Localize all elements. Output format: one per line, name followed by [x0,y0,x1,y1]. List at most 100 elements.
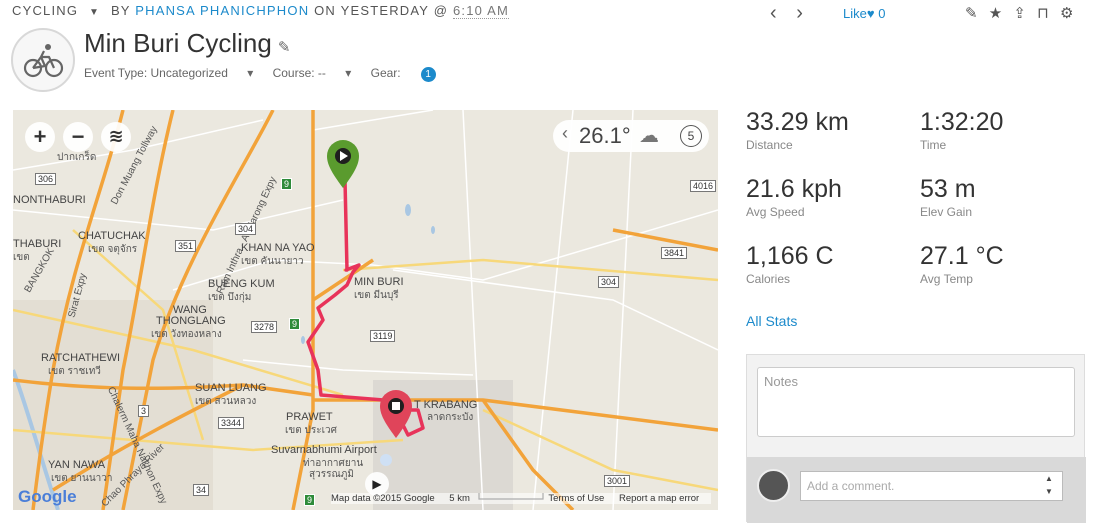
route-shield: 3344 [218,417,245,429]
zoom-in-button[interactable]: + [25,122,55,152]
weather-temperature: 26.1° [579,123,631,148]
map-label: เขต สวนหลวง [195,396,257,407]
bicycle-icon [23,44,64,78]
map-label: CHATUCHAK [78,230,146,242]
comment-scrollbar[interactable]: ▲ ▼ [1045,472,1053,498]
highway-shield: 9 [289,318,301,330]
activity-nav: ‹ › [770,2,817,25]
like-count: 0 [878,6,886,21]
on-label: ON YESTERDAY @ [314,3,449,18]
activity-title: Min Buri Cycling ✎ [84,28,290,59]
activity-type-icon [11,28,75,92]
avg-temp-label: Avg Temp [920,272,973,286]
activity-map[interactable]: + − ≋ ‹ 26.1° ☁ 5 MIN BURI เขต มีนบุรี K… [13,110,718,510]
report-error-link[interactable]: Report a map error [619,493,699,504]
gear-label: Gear: [370,66,401,80]
scroll-up-icon[interactable]: ▲ [1045,472,1053,485]
avg-speed-value: 21.6 kph [746,175,842,203]
route-shield: 304 [235,223,257,235]
edit-title-icon[interactable]: ✎ [278,39,291,56]
map-label: เขต ประเวศ [285,425,337,436]
privacy-lock-icon[interactable]: ⊓ [1037,5,1049,22]
map-scale-label: 5 km [449,493,470,504]
map-label: KHAN NA YAO [241,242,315,254]
map-label: SUAN LUANG [195,382,267,394]
route-shield: 34 [193,484,210,496]
course-label: Course: -- [272,66,326,80]
like-label: Like [843,6,867,21]
map-label: Suvarnabhumi Airport [271,444,377,456]
edit-icon[interactable]: ✎ [965,5,978,22]
cloud-icon: ☁ [639,125,659,147]
map-label: เขต ยานนาวา [51,473,113,484]
like-button[interactable]: Like♥ 0 [843,6,885,21]
activity-header: CYCLING ▼ BY PHANSA PHANICHPHON ON YESTE… [12,3,510,19]
avg-speed-label: Avg Speed [746,205,805,219]
start-marker[interactable] [327,140,359,188]
elev-gain-label: Elev Gain [920,205,973,219]
pond [405,204,411,216]
layers-icon[interactable]: ≋ [101,122,131,152]
pond [301,336,305,344]
toolbar: ✎ ★ ⇪ ⊓ ⚙ [965,4,1080,22]
settings-gear-icon[interactable]: ⚙ [1060,5,1073,22]
distance-label: Distance [746,138,793,152]
map-label: เขต บึงกุ่ม [208,292,252,303]
map-label: YAN NAWA [48,459,106,471]
author-link[interactable]: PHANSA PHANICHPHON [135,3,309,18]
course-dropdown[interactable]: Course: -- ▾ [273,66,352,80]
map-data-text: Map data ©2015 Google [331,493,435,504]
route-shield: 3001 [604,475,631,487]
terms-link[interactable]: Terms of Use [548,493,604,504]
notes-field[interactable]: Notes [757,367,1075,437]
calories-value: 1,166 C [746,242,834,270]
next-activity-icon[interactable]: › [796,2,803,24]
highway-shield: 9 [281,178,293,190]
event-type-label: Event Type: Uncategorized [84,66,228,80]
google-logo: Google [18,487,77,506]
map-label: THONGLANG [156,315,226,327]
stat-elev-gain: 53 m Elev Gain [920,175,976,219]
wind-speed: 5 [680,125,702,147]
map-label: เขต จตุจักร [88,244,138,255]
stat-calories: 1,166 C Calories [746,242,834,286]
activity-time[interactable]: 6:10 AM [452,3,510,19]
route-shield: 304 [598,276,620,288]
previous-activity-icon[interactable]: ‹ [770,2,777,24]
weather-widget[interactable]: ‹ 26.1° ☁ 5 [553,120,709,152]
chevron-left-icon[interactable]: ‹ [562,123,568,144]
map-label: MIN BURI [354,276,404,288]
map-label: เขต ราชเทวี [48,366,101,377]
gear-selector[interactable]: Gear: 1 [370,66,452,82]
stat-avg-temp: 27.1 °C Avg Temp [920,242,1004,286]
by-label: BY [110,3,131,18]
route-shield: 351 [175,240,197,252]
time-label: Time [920,138,947,152]
map-label: เขต [13,252,30,263]
stat-distance: 33.29 km Distance [746,108,849,152]
route-shield: 3 [138,405,150,417]
scroll-down-icon[interactable]: ▼ [1045,485,1053,498]
heart-icon: ♥ [866,6,875,21]
user-avatar [757,469,790,502]
event-type-dropdown[interactable]: Event Type: Uncategorized ▾ [84,66,253,80]
route-shield: 306 [35,173,57,185]
comment-input[interactable]: Add a comment. [800,471,1063,501]
map-attribution: Map data ©2015 Google 5 km Terms of Use … [331,493,712,504]
share-icon[interactable]: ⇪ [1013,5,1026,22]
map-label: THABURI [13,238,62,250]
zoom-out-button[interactable]: − [63,122,93,152]
map-label: เขต มีนบุรี [354,290,399,301]
activity-type-dropdown-icon[interactable]: ▼ [89,7,100,18]
map-label: NONTHABURI [13,194,86,206]
map-label: PRAWET [286,411,333,423]
route-shield: 3278 [251,321,278,333]
map-label: เขต คันนายาว [241,256,304,267]
all-stats-link[interactable]: All Stats [746,313,797,329]
star-icon[interactable]: ★ [989,5,1002,22]
route-shield: 3119 [370,330,396,342]
map-label: RATCHATHEWI [41,352,121,364]
activity-type: CYCLING [12,3,79,18]
avg-temp-value: 27.1 °C [920,242,1004,270]
route-shield: 3841 [661,247,688,259]
